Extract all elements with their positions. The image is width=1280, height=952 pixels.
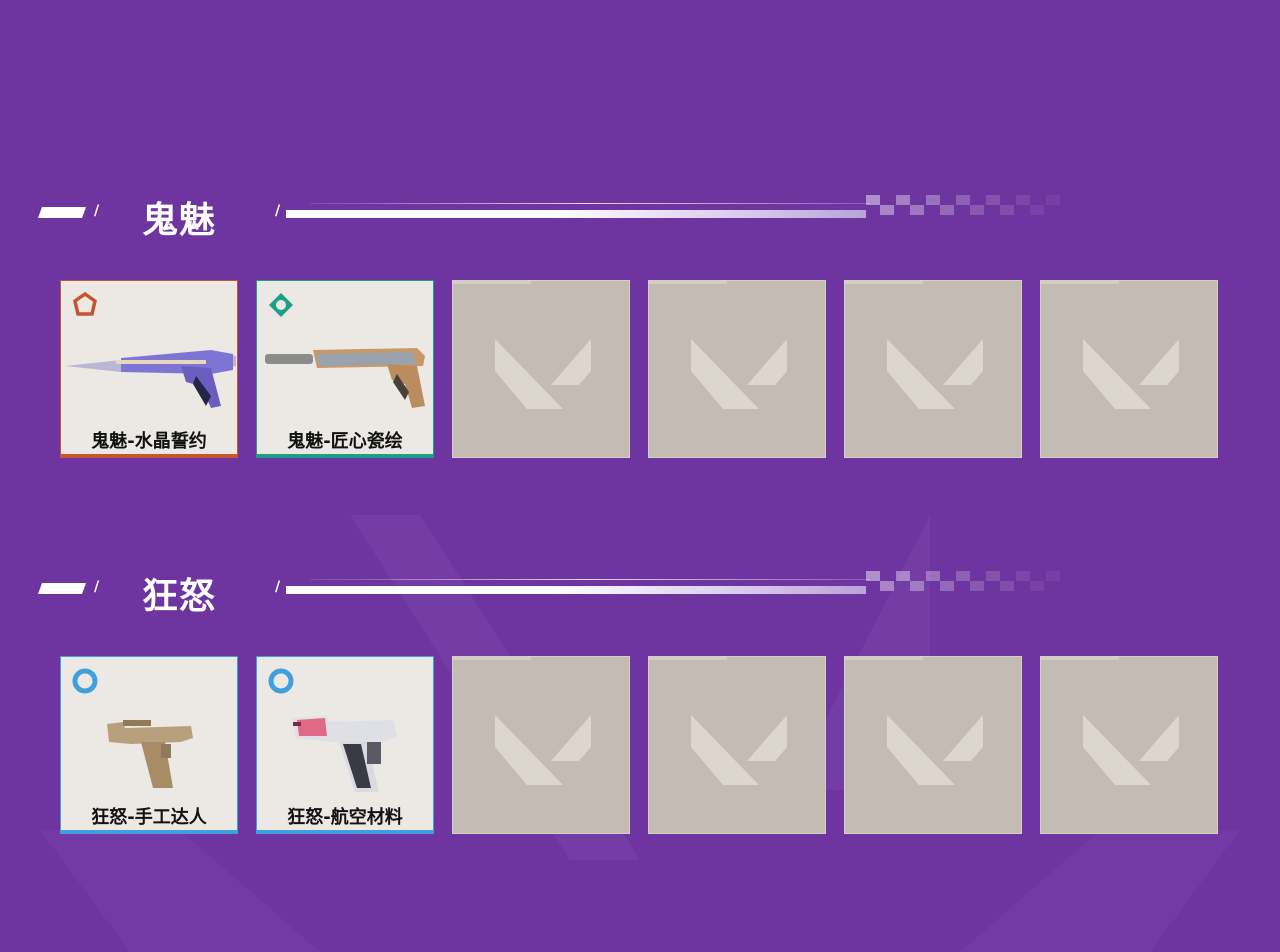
ghost-pistol-image: [265, 348, 425, 408]
empty-slot: [844, 656, 1022, 834]
skin-card[interactable]: 鬼魅-水晶誓约: [60, 280, 238, 458]
header-slash: /: [94, 203, 100, 219]
legendary-icon: [73, 291, 97, 316]
header-slash: /: [94, 579, 100, 595]
skin-name: 狂怒-航空材料: [287, 807, 403, 828]
header-thin-line: [310, 579, 870, 580]
premium-icon: [269, 293, 293, 317]
empty-slot: [1040, 280, 1218, 458]
header-slash: /: [275, 579, 281, 595]
corner-accent: [453, 281, 531, 284]
corner-accent: [649, 657, 727, 660]
corner-accent: [845, 281, 923, 284]
valorant-logo-icon: [691, 339, 787, 409]
rarity-bar: [256, 454, 434, 458]
frenzy-pistol-image: [293, 716, 397, 792]
section-header-ghost: / 鬼魅 /: [0, 185, 1280, 245]
skin-card[interactable]: 鬼魅-匠心瓷绘: [256, 280, 434, 458]
corner-accent: [1041, 281, 1119, 284]
ghost-pistol-image: [65, 350, 236, 408]
header-slash: /: [275, 203, 281, 219]
valorant-logo-icon: [495, 339, 591, 409]
header-line: [286, 210, 866, 218]
select-icon: [268, 668, 294, 694]
select-icon: [72, 668, 98, 694]
section-title: 狂怒: [142, 576, 217, 617]
corner-accent: [1041, 657, 1119, 660]
valorant-logo-icon: [691, 715, 787, 785]
header-line: [286, 586, 866, 594]
empty-slot: [452, 280, 630, 458]
section-header-frenzy: / 狂怒 /: [0, 561, 1280, 621]
corner-accent: [453, 657, 531, 660]
empty-slot: [1040, 656, 1218, 834]
rarity-bar: [256, 830, 434, 834]
valorant-logo-icon: [495, 715, 591, 785]
valorant-logo-icon: [1083, 715, 1179, 785]
skin-name: 鬼魅-匠心瓷绘: [287, 431, 403, 452]
checker-pattern: [866, 571, 1060, 591]
empty-slot: [844, 280, 1022, 458]
header-dash: [37, 583, 87, 594]
skin-card[interactable]: 狂怒-航空材料: [256, 656, 434, 834]
checker-pattern: [866, 195, 1060, 215]
header-dash: [37, 207, 87, 218]
rarity-bar: [60, 454, 238, 458]
empty-slot: [452, 656, 630, 834]
valorant-logo-icon: [887, 715, 983, 785]
empty-slot: [648, 656, 826, 834]
header-thin-line: [310, 203, 870, 204]
rarity-bar: [60, 830, 238, 834]
section-title: 鬼魅: [142, 200, 217, 241]
skin-card[interactable]: 狂怒-手工达人: [60, 656, 238, 834]
frenzy-pistol-image: [107, 720, 193, 788]
valorant-logo-icon: [1083, 339, 1179, 409]
skin-name: 鬼魅-水晶誓约: [91, 431, 207, 452]
skin-name: 狂怒-手工达人: [91, 807, 207, 828]
valorant-logo-icon: [887, 339, 983, 409]
corner-accent: [845, 657, 923, 660]
empty-slot: [648, 280, 826, 458]
corner-accent: [649, 281, 727, 284]
